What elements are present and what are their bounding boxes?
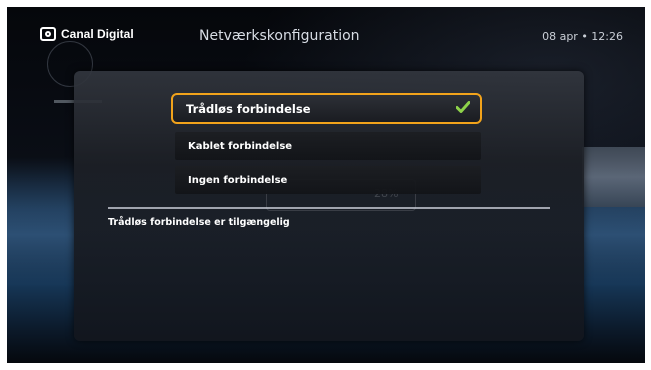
menu-item-none[interactable]: Ingen forbindelse (175, 166, 481, 194)
network-config-panel: 28% Trådløs forbindelse Kablet forbindel… (74, 71, 584, 341)
menu-item-label: Ingen forbindelse (188, 174, 288, 186)
background-scene-right (582, 147, 645, 207)
menu-item-wired[interactable]: Kablet forbindelse (175, 132, 481, 160)
brand-name: Canal Digital (61, 27, 134, 41)
divider (108, 207, 550, 209)
tv-screen: Canal Digital Netværkskonfiguration 08 a… (7, 7, 645, 363)
date-time: 08 apr • 12:26 (542, 30, 623, 43)
brand-logo: Canal Digital (40, 27, 134, 41)
page-title: Netværkskonfiguration (199, 28, 360, 44)
connection-status-text: Trådløs forbindelse er tilgængelig (108, 217, 290, 228)
checkmark-icon (456, 101, 470, 113)
canal-digital-logo-icon (40, 27, 56, 41)
menu-item-wireless[interactable]: Trådløs forbindelse (171, 93, 482, 124)
menu-item-label: Kablet forbindelse (188, 140, 293, 152)
menu-item-label: Trådløs forbindelse (186, 101, 311, 116)
